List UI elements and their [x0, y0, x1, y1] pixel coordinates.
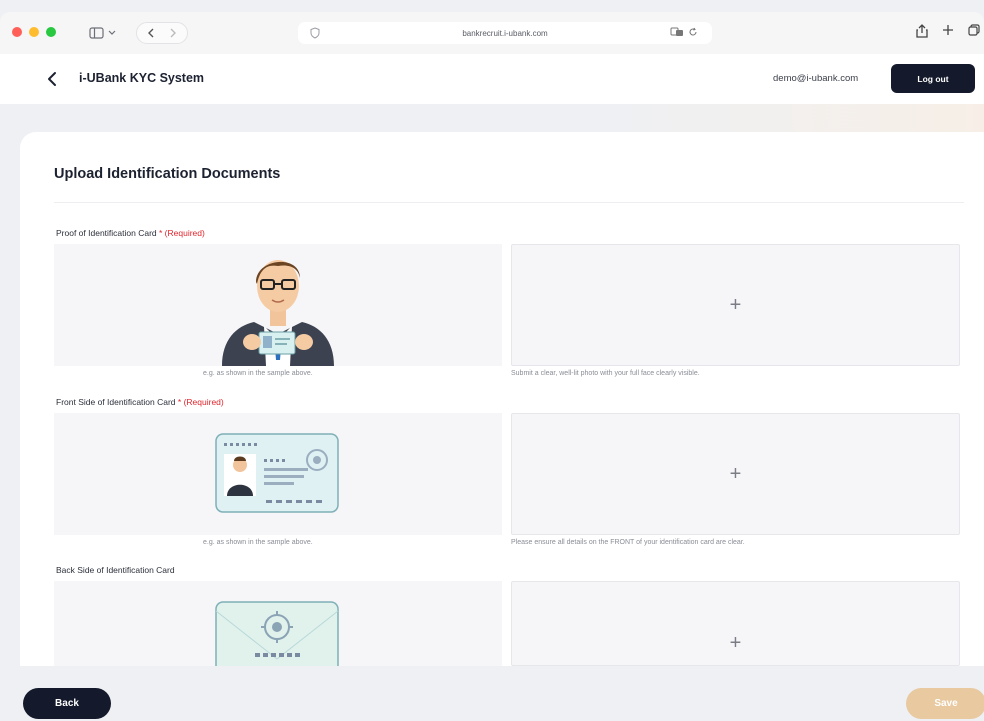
- add-upload-icon: +: [729, 632, 742, 654]
- privacy-shield-icon: [310, 27, 320, 39]
- add-upload-icon: +: [729, 294, 742, 316]
- back-button[interactable]: Back: [23, 688, 111, 719]
- required-tag: (Required): [164, 228, 205, 238]
- upload-hint: Please ensure all details on the FRONT o…: [511, 539, 745, 546]
- translate-icon[interactable]: [670, 27, 684, 37]
- required-tag: (Required): [183, 397, 224, 407]
- address-url: bankrecruit.i-ubank.com: [462, 28, 548, 38]
- title-divider: [54, 202, 964, 203]
- upload-front-side[interactable]: +: [511, 413, 960, 535]
- field-label-text: Proof of Identification Card: [56, 228, 157, 238]
- field-label-text: Back Side of Identification Card: [56, 565, 175, 575]
- sidebar-toggle-button[interactable]: [82, 22, 126, 44]
- sidebar-icon: [89, 27, 116, 39]
- browser-toolbar: bankrecruit.i-ubank.com: [0, 12, 984, 54]
- person-holding-id-illustration: [222, 260, 334, 366]
- chevron-right-icon[interactable]: [169, 28, 177, 38]
- share-icon[interactable]: [916, 24, 928, 38]
- sample-image-box: [54, 581, 502, 666]
- id-card-back-illustration: [215, 601, 339, 666]
- minimize-window-button[interactable]: [29, 27, 39, 37]
- add-upload-icon: +: [729, 463, 742, 485]
- field-label-text: Front Side of Identification Card: [56, 397, 176, 407]
- required-asterisk: *: [175, 397, 184, 407]
- id-card-front-illustration: [215, 433, 339, 513]
- logout-button[interactable]: Log out: [891, 64, 975, 93]
- sample-caption: e.g. as shown in the sample above.: [203, 539, 313, 546]
- reload-icon[interactable]: [688, 27, 698, 37]
- app-title: i-UBank KYC System: [79, 71, 205, 85]
- field-label-back-side: Back Side of Identification Card: [56, 565, 175, 575]
- zoom-window-button[interactable]: [46, 27, 56, 37]
- tab-overview-icon[interactable]: [968, 24, 980, 36]
- upload-back-side[interactable]: +: [511, 581, 960, 666]
- required-asterisk: *: [156, 228, 165, 238]
- window-controls: [12, 27, 56, 37]
- sample-image-box: [54, 413, 502, 535]
- field-label-proof-of-id: Proof of Identification Card * (Required…: [56, 228, 205, 238]
- back-arrow-icon[interactable]: [44, 70, 62, 88]
- address-bar[interactable]: bankrecruit.i-ubank.com: [298, 22, 712, 44]
- app-header: i-UBank KYC System demo@i-ubank.com Log …: [0, 54, 984, 104]
- sample-image-box: [54, 244, 502, 366]
- field-label-front-side: Front Side of Identification Card * (Req…: [56, 397, 224, 407]
- browser-actions: [916, 24, 980, 38]
- footer-bar: [0, 666, 984, 721]
- sample-caption: e.g. as shown in the sample above.: [203, 370, 313, 377]
- save-button[interactable]: Save: [906, 688, 984, 719]
- upload-proof-of-id[interactable]: +: [511, 244, 960, 366]
- address-actions: [670, 27, 698, 37]
- user-email: demo@i-ubank.com: [773, 73, 859, 84]
- close-window-button[interactable]: [12, 27, 22, 37]
- new-tab-icon[interactable]: [942, 24, 954, 36]
- upload-hint: Submit a clear, well-lit photo with your…: [511, 370, 700, 377]
- history-navigation: [136, 22, 188, 44]
- chevron-left-icon[interactable]: [147, 28, 155, 38]
- page-title: Upload Identification Documents: [54, 166, 281, 182]
